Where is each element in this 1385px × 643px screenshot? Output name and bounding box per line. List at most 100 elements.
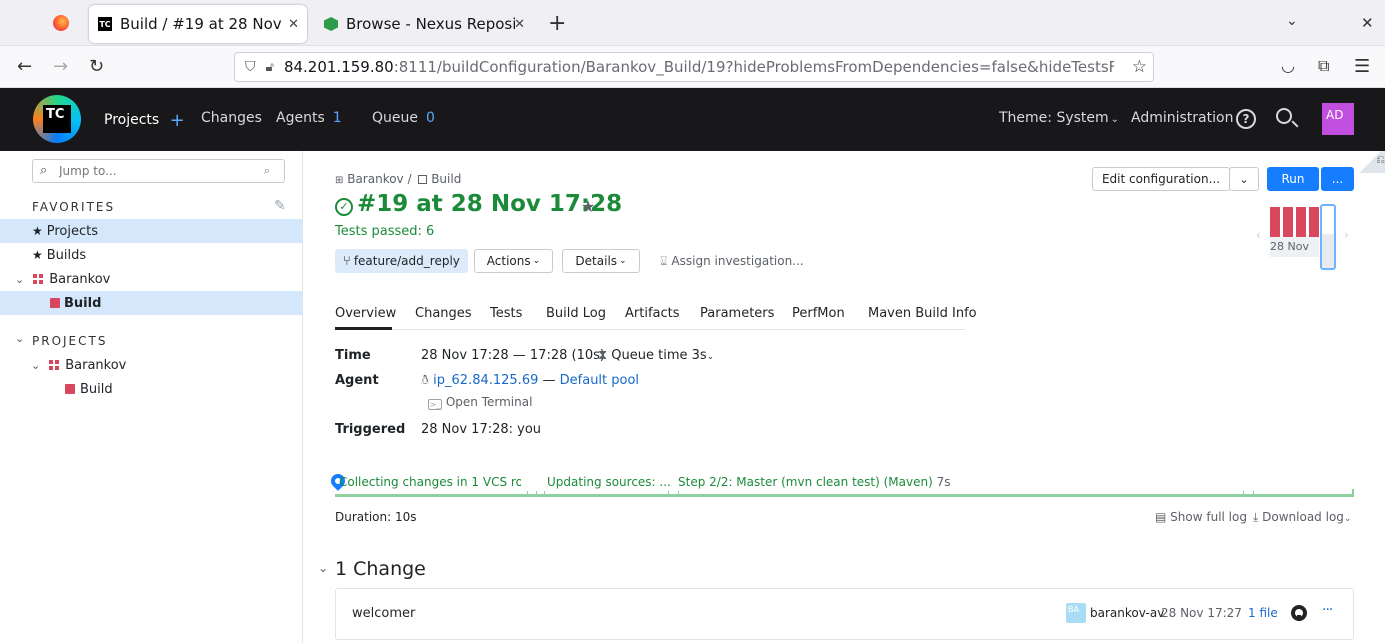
actions-button[interactable]: Actions ⌄ — [474, 249, 553, 273]
history-bar[interactable] — [1283, 207, 1293, 237]
insecure-lock-icon[interactable]: 🔓︎ — [266, 60, 274, 75]
run-button[interactable]: Run — [1267, 167, 1319, 191]
nav-changes[interactable]: Changes — [201, 110, 262, 126]
forward-icon[interactable]: → — [53, 56, 68, 77]
chevron-down-icon[interactable]: ⌄ — [1286, 13, 1298, 29]
chevron-down-icon: ⌄ — [1110, 114, 1120, 125]
timeline-step-1[interactable]: Collecting changes in 1 VCS root... — [339, 475, 521, 489]
chevron-down-icon[interactable]: ⌄ — [318, 561, 328, 575]
search-hint-icon: ⌕ — [263, 164, 270, 177]
url-bar[interactable]: ⛉ 🔓︎ 84.201.159.80:8111/buildConfigurati… — [234, 52, 1154, 82]
browser-tab-nexus[interactable]: Browse - Nexus Reposito ✕ — [315, 5, 533, 43]
close-icon[interactable]: ✕ — [288, 17, 299, 32]
shield-icon[interactable]: ⛉ — [245, 59, 256, 75]
tab-overview[interactable]: Overview — [335, 306, 396, 321]
sidebar-corner-icon[interactable]: ⎌ — [1360, 151, 1385, 173]
nav-queue[interactable]: Queue 0 — [372, 110, 435, 126]
back-icon[interactable]: ← — [17, 56, 32, 77]
build-timeline: Collecting changes in 1 VCS root... Upda… — [328, 471, 1354, 501]
show-full-log[interactable]: ▤ Show full log — [1155, 510, 1247, 524]
agent-link[interactable]: ip_62.84.125.69 — [433, 373, 538, 388]
chevron-down-icon[interactable]: ⌄ — [15, 332, 24, 345]
new-tab-button[interactable]: + — [548, 11, 566, 36]
history-bar[interactable] — [1270, 207, 1280, 237]
open-terminal[interactable]: >_ Open Terminal — [428, 395, 532, 410]
nav-projects[interactable]: Projects + — [104, 110, 185, 131]
search-input[interactable] — [59, 162, 259, 180]
firefox-icon[interactable] — [53, 15, 69, 31]
project-build-config[interactable]: Build — [0, 377, 302, 401]
agent-pool-link[interactable]: Default pool — [560, 373, 639, 388]
history-bar[interactable] — [1309, 207, 1319, 237]
tab-maven-build-info[interactable]: Maven Build Info — [868, 306, 977, 321]
open-terminal-label: Open Terminal — [445, 395, 533, 409]
timeline-step-3[interactable]: Step 2/2: Master (mvn clean test) (Maven… — [678, 475, 951, 489]
jump-to-search[interactable]: ⌕ ⌕ — [32, 159, 285, 183]
favorite-build-config[interactable]: Build — [0, 291, 302, 315]
more-options-icon[interactable]: ··· — [1322, 602, 1333, 618]
assign-investigation[interactable]: ⌛︎ Assign investigation... — [660, 254, 804, 269]
search-icon[interactable] — [1276, 108, 1299, 128]
close-icon[interactable]: ✕ — [514, 17, 525, 32]
favorite-star-icon[interactable]: ★ — [581, 197, 595, 216]
history-bar[interactable] — [1296, 207, 1306, 237]
reload-icon[interactable]: ↻ — [89, 56, 104, 77]
favorite-projects[interactable]: ★ Projects — [0, 219, 302, 243]
plus-icon[interactable]: + — [170, 110, 185, 131]
build-status[interactable]: Tests passed: 6 — [335, 224, 434, 239]
chevron-down-icon[interactable]: ⌄ — [31, 359, 40, 372]
details-button[interactable]: Details ⌄ — [562, 249, 640, 273]
tab-perfmon[interactable]: PerfMon — [792, 306, 845, 321]
timeline-step-2[interactable]: Updating sources: ... — [547, 475, 671, 489]
chevron-down-icon[interactable]: ⌄ — [15, 273, 24, 286]
run-custom-button[interactable]: ... — [1321, 167, 1354, 191]
tab-parameters[interactable]: Parameters — [700, 306, 774, 321]
search-icon: ⌕ — [40, 163, 48, 178]
change-message[interactable]: welcomer — [352, 606, 415, 621]
tab-artifacts[interactable]: Artifacts — [625, 306, 680, 321]
timeline-tick — [668, 491, 669, 497]
github-icon[interactable] — [1291, 605, 1307, 621]
favorite-label: Build — [64, 295, 102, 311]
breadcrumb-config[interactable]: Build — [431, 172, 461, 186]
teamcity-logo[interactable]: TC — [33, 95, 81, 143]
timeline-tick — [678, 491, 679, 497]
tab-build-log[interactable]: Build Log — [546, 306, 606, 321]
menu-icon[interactable]: ☰ — [1354, 56, 1370, 77]
chevron-down-icon: ⌄ — [1343, 514, 1352, 524]
nav-administration[interactable]: Administration — [1131, 110, 1233, 126]
change-author[interactable]: barankov-av — [1090, 606, 1164, 620]
breadcrumb-project[interactable]: Barankov — [347, 172, 403, 186]
chevron-left-icon[interactable]: ‹ — [1256, 228, 1261, 242]
edit-pencil-icon[interactable]: ✎ — [274, 198, 286, 214]
browser-tab-build[interactable]: TC Build / #19 at 28 Nov 17:2 ✕ — [89, 5, 307, 43]
favorite-builds[interactable]: ★ Builds — [0, 243, 302, 267]
bookmark-star-icon[interactable]: ☆ — [1132, 57, 1147, 77]
avatar[interactable]: AD — [1322, 103, 1354, 135]
favorite-project-barankov[interactable]: ⌄ Barankov — [0, 267, 302, 291]
nav-agents[interactable]: Agents 1 — [276, 110, 342, 126]
tab-changes[interactable]: Changes — [415, 306, 472, 321]
project-barankov[interactable]: ⌄ Barankov — [0, 353, 302, 377]
favorite-label: Projects — [46, 223, 99, 239]
edit-config-dropdown[interactable]: ⌄ — [1229, 167, 1259, 191]
download-log[interactable]: ⤓ Download log⌄ — [1253, 510, 1351, 525]
branch-badge[interactable]: ⑂ feature/add_reply — [335, 249, 468, 273]
timeline-tick — [536, 491, 537, 497]
change-files-link[interactable]: 1 file — [1248, 606, 1278, 620]
theme-switcher[interactable]: Theme: System ⌄ — [999, 110, 1119, 126]
pocket-icon[interactable]: ◡ — [1281, 56, 1295, 75]
history-date: 28 Nov — [1270, 240, 1309, 253]
chevron-right-icon[interactable]: › — [1344, 228, 1349, 242]
agent-label: Agent — [335, 373, 379, 388]
queue-time[interactable]: ⧗ Queue time 3s⌄ — [598, 348, 714, 363]
help-icon[interactable]: ? — [1236, 109, 1256, 129]
build-config-icon — [50, 298, 60, 308]
close-window-icon[interactable]: ✕ — [1361, 14, 1374, 32]
change-row[interactable]: welcomer BA barankov-av 28 Nov 17:27 1 f… — [335, 588, 1354, 640]
duration: Duration: 10s — [335, 510, 417, 524]
history-bar-current[interactable] — [1320, 204, 1336, 270]
edit-configuration-button[interactable]: Edit configuration... — [1092, 167, 1230, 191]
extensions-icon[interactable]: ⧉ — [1318, 56, 1329, 76]
tab-tests[interactable]: Tests — [490, 306, 522, 321]
